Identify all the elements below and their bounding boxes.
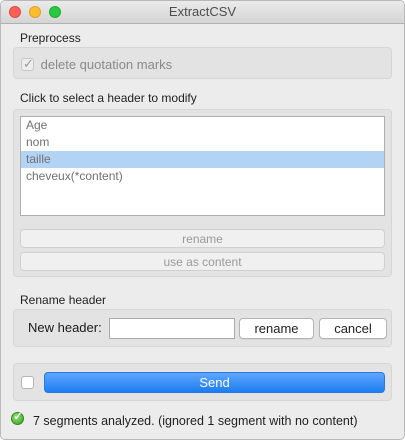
preprocess-group: ✓ delete quotation marks (13, 47, 392, 79)
status-ok-icon: ✓ (11, 411, 24, 425)
new-header-label: New header: (28, 320, 102, 335)
delete-quotes-label: delete quotation marks (40, 57, 173, 73)
header-item-taille[interactable]: taille (21, 151, 384, 168)
new-header-input[interactable] (109, 318, 235, 339)
checkmark-icon: ✓ (23, 56, 34, 72)
delete-quotes-option[interactable]: ✓ delete quotation marks (21, 56, 172, 72)
headers-list[interactable]: Age nom taille cheveux(*content) (20, 116, 385, 216)
preprocess-label: Preprocess (20, 31, 81, 45)
rename-selected-button[interactable]: rename (20, 229, 385, 248)
cancel-button[interactable]: cancel (319, 318, 387, 339)
title-bar: ExtractCSV (1, 1, 404, 24)
use-as-content-button[interactable]: use as content (20, 252, 385, 271)
header-item-cheveux[interactable]: cheveux(*content) (21, 168, 384, 185)
headers-group: Age nom taille cheveux(*content) rename … (13, 109, 392, 277)
send-button[interactable]: Send (44, 372, 385, 393)
send-group: Send (13, 363, 392, 401)
headers-label: Click to select a header to modify (20, 91, 197, 105)
header-item-nom[interactable]: nom (21, 134, 384, 151)
rename-header-label: Rename header (20, 293, 107, 307)
rename-header-group: New header: rename cancel (13, 309, 392, 347)
rename-button[interactable]: rename (239, 318, 314, 339)
header-item-age[interactable]: Age (21, 117, 384, 134)
window-title: ExtractCSV (168, 4, 237, 19)
checkmark-icon: ✓ (13, 411, 23, 423)
status-message: 7 segments analyzed. (ignored 1 segment … (33, 414, 358, 428)
extract-csv-window: ExtractCSV Preprocess ✓ delete quotation… (0, 0, 405, 440)
delete-quotes-checkbox[interactable]: ✓ (21, 56, 34, 72)
auto-send-checkbox[interactable] (21, 376, 34, 389)
